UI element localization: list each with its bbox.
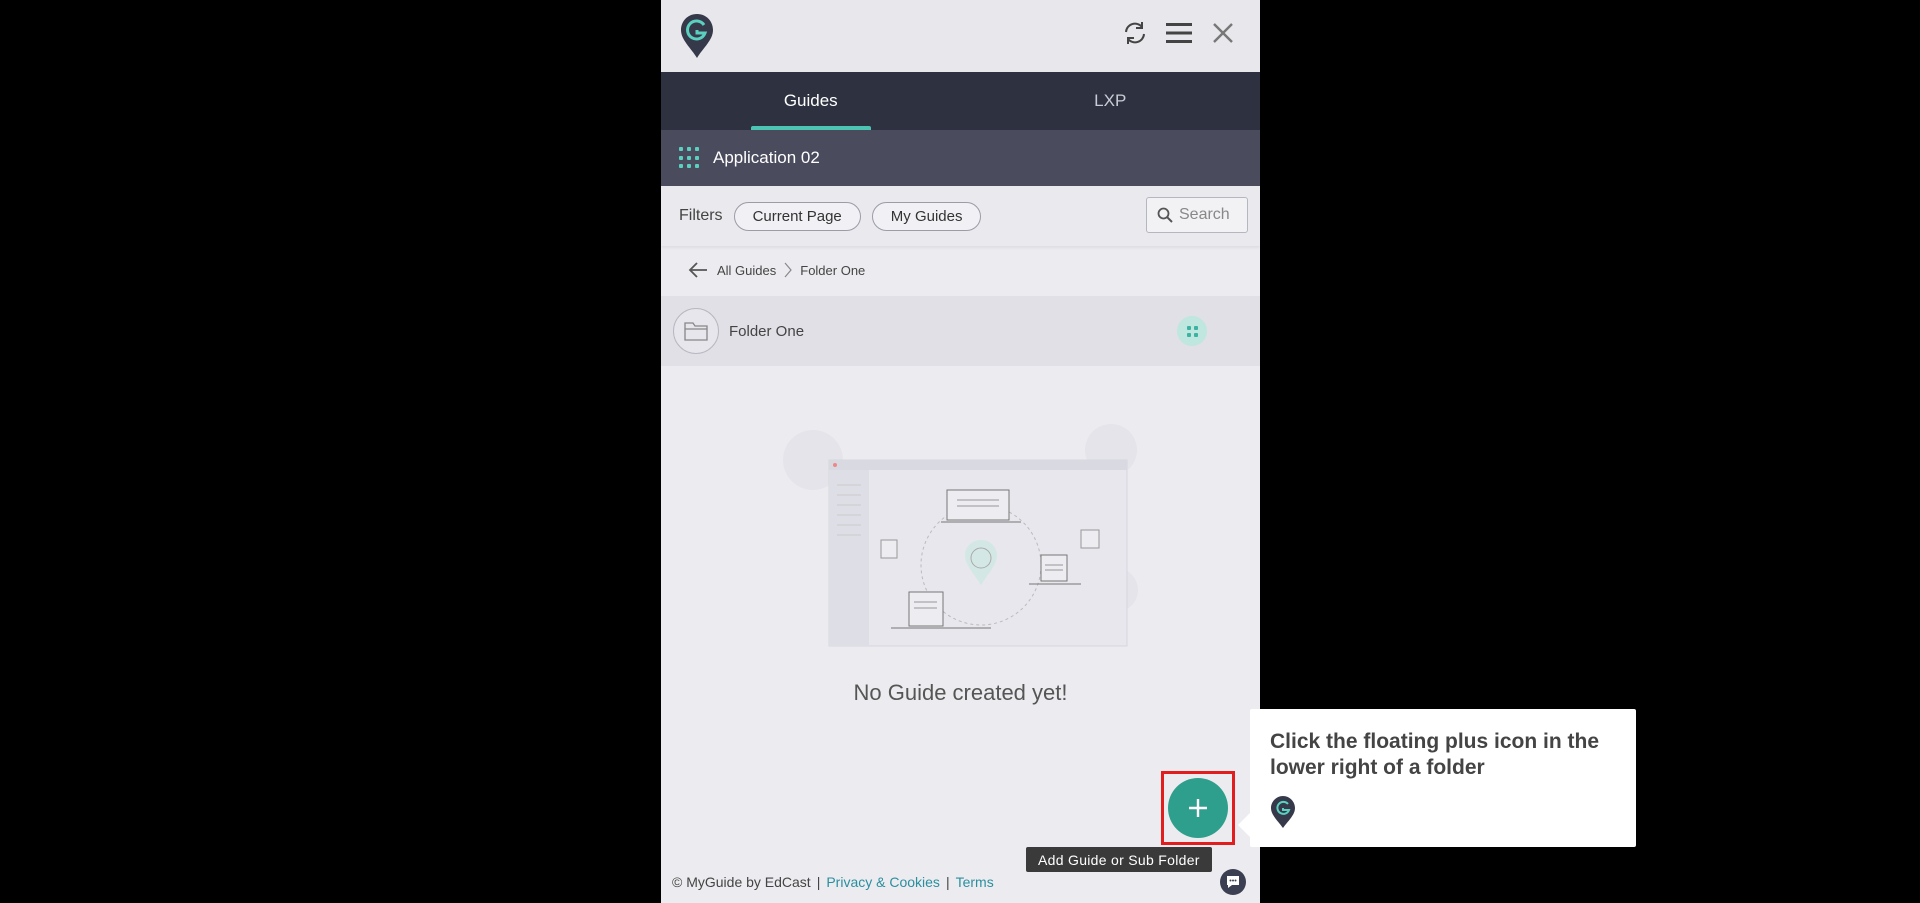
fab-highlight	[1161, 771, 1235, 845]
application-bar[interactable]: Application 02	[661, 130, 1260, 186]
close-icon[interactable]	[1206, 16, 1240, 50]
tab-guides[interactable]: Guides	[661, 72, 961, 130]
breadcrumb: All Guides Folder One	[687, 259, 865, 281]
guide-step-callout: Click the floating plus icon in the lowe…	[1238, 709, 1636, 847]
search-placeholder: Search	[1179, 206, 1230, 223]
folder-icon	[673, 308, 719, 354]
myguide-logo-icon	[1271, 796, 1295, 828]
back-arrow-icon[interactable]	[687, 259, 709, 281]
search-icon	[1157, 207, 1173, 223]
chat-icon[interactable]	[1220, 869, 1246, 895]
footer-divider: |	[816, 874, 821, 890]
filter-my-guides[interactable]: My Guides	[871, 201, 982, 231]
terms-link[interactable]: Terms	[956, 874, 994, 890]
apps-grid-icon	[679, 147, 701, 169]
empty-state-message: No Guide created yet!	[853, 680, 1068, 705]
myguide-panel: Guides LXP Application 02 Filters Curren…	[661, 0, 1260, 903]
myguide-logo	[681, 14, 713, 58]
application-name: Application 02	[713, 148, 820, 167]
search-input[interactable]: Search	[1146, 197, 1248, 233]
callout-instruction: Click the floating plus icon in the lowe…	[1270, 730, 1600, 779]
tab-bar: Guides LXP	[661, 72, 1260, 130]
footer-divider: |	[945, 874, 950, 890]
fab-tooltip: Add Guide or Sub Folder	[1026, 847, 1212, 872]
menu-icon[interactable]	[1162, 16, 1196, 50]
footer-copyright: © MyGuide by EdCast	[672, 874, 811, 890]
privacy-link[interactable]: Privacy & Cookies	[826, 874, 940, 890]
refresh-icon[interactable]	[1118, 16, 1152, 50]
plus-icon	[1189, 799, 1207, 817]
filters-bar: Filters Current Page My Guides Search	[661, 186, 1260, 246]
top-bar	[661, 0, 1260, 72]
add-guide-fab-button[interactable]	[1168, 778, 1228, 838]
tab-lxp[interactable]: LXP	[961, 72, 1261, 130]
footer: © MyGuide by EdCast | Privacy & Cookies …	[672, 872, 994, 892]
folder-header: Folder One	[661, 296, 1260, 366]
chevron-right-icon	[784, 262, 793, 278]
filter-current-page[interactable]: Current Page	[733, 201, 861, 231]
folder-options-icon[interactable]	[1177, 316, 1207, 346]
breadcrumb-current: Folder One	[800, 262, 866, 278]
folder-title: Folder One	[729, 322, 805, 340]
breadcrumb-all-guides[interactable]: All Guides	[717, 263, 776, 278]
empty-state-illustration	[783, 424, 1138, 647]
filters-label: Filters	[679, 207, 723, 224]
